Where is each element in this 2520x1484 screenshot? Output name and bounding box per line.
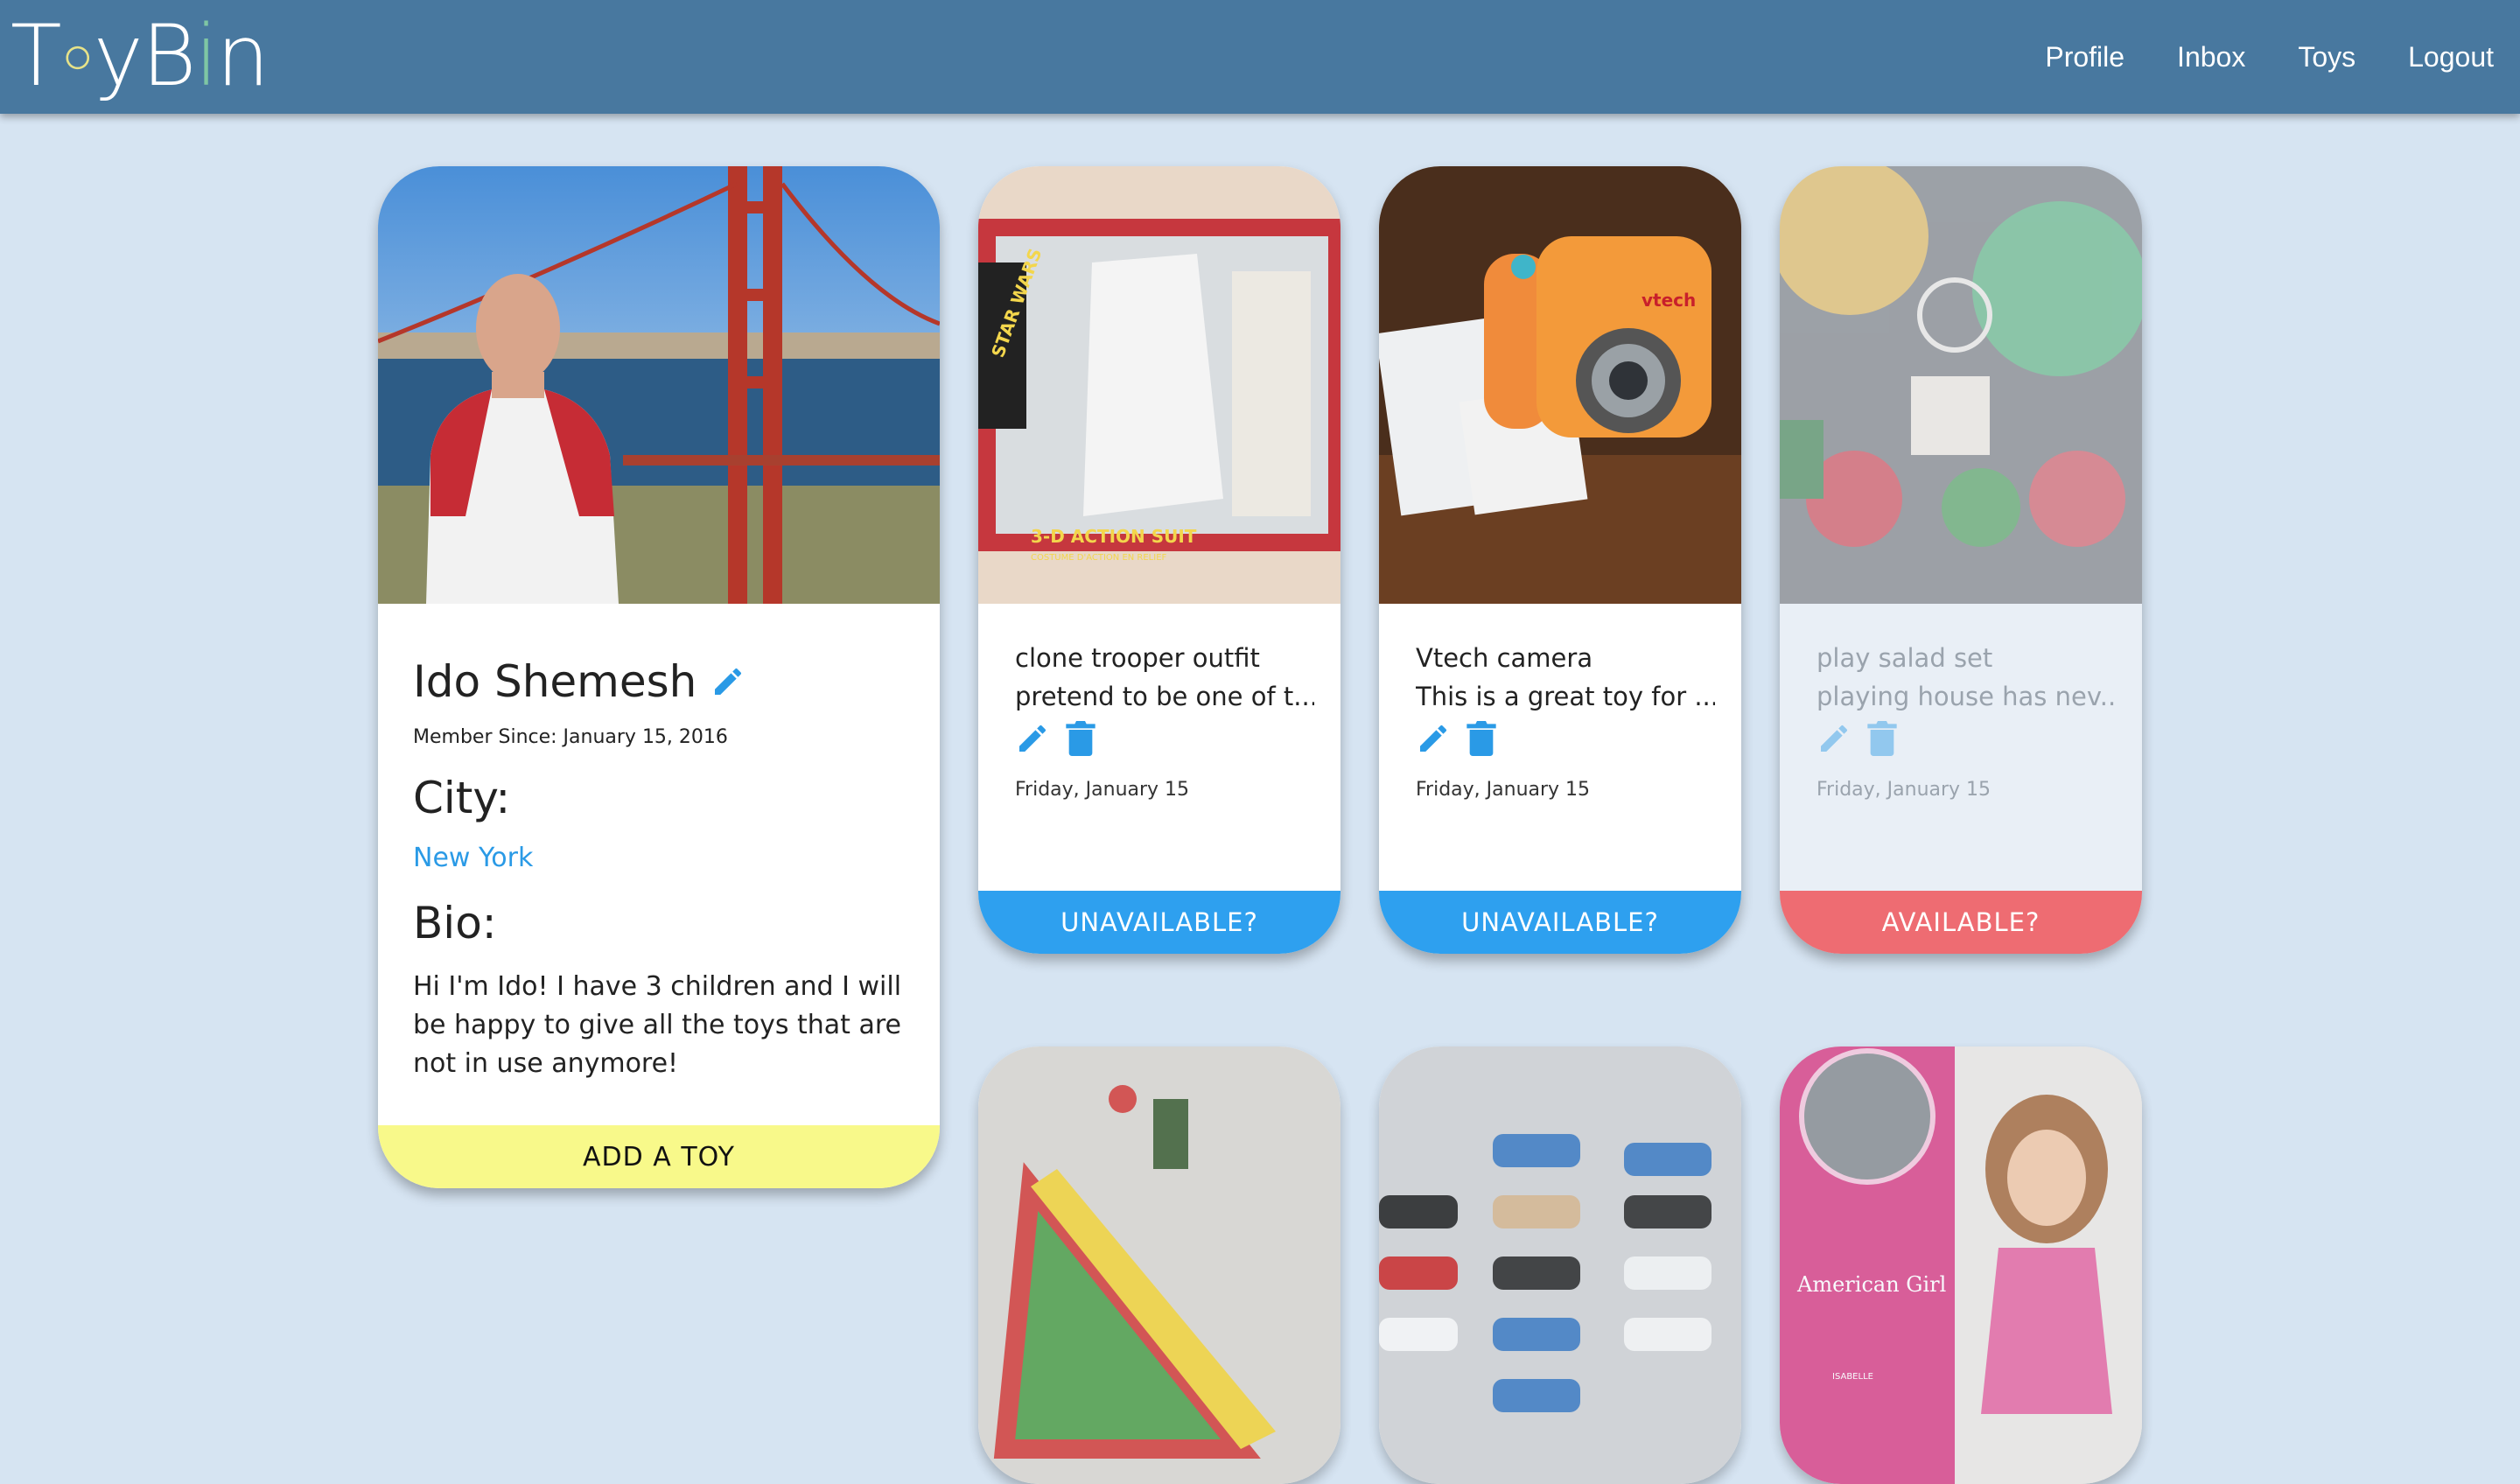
toy-card: [978, 1046, 1340, 1484]
toy-card: American Girl ISABELLE: [1780, 1046, 2142, 1484]
toy-actions: [1416, 721, 1715, 756]
toy-photo: vtech: [1379, 166, 1741, 604]
toy-photo: [1780, 166, 2142, 604]
trash-icon[interactable]: [1867, 721, 1897, 756]
nav-links: Profile Inbox Toys Logout: [1992, 0, 2494, 114]
toy-actions: [1816, 721, 2116, 756]
toy-details: Vtech camera This is a great toy for ...…: [1416, 639, 1715, 801]
photo-box-brand: American Girl: [1796, 1272, 1946, 1297]
toy-description: playing house has nev...: [1816, 682, 2116, 711]
nav-inbox-link[interactable]: Inbox: [2177, 41, 2245, 74]
city-heading: City:: [413, 773, 511, 823]
add-toy-button[interactable]: ADD A TOY: [378, 1125, 940, 1188]
profile-name-row: Ido Shemesh: [413, 656, 905, 707]
navbar: T ○ yB i n Profile Inbox Toys Logout: [0, 0, 2520, 114]
photo-box-subtitle: COSTUME D'ACTION EN RELIEF: [1031, 553, 1167, 563]
edit-profile-icon[interactable]: [710, 664, 746, 699]
toy-photo: American Girl ISABELLE: [1780, 1046, 2142, 1484]
profile-name: Ido Shemesh: [413, 656, 697, 707]
profile-card: Ido Shemesh Member Since: January 15, 20…: [378, 166, 940, 1188]
member-since: Member Since: January 15, 2016: [413, 726, 728, 748]
toy-actions: [1015, 721, 1314, 756]
toggle-availability-button[interactable]: UNAVAILABLE?: [978, 891, 1340, 954]
edit-icon[interactable]: [1015, 721, 1050, 756]
toy-details: clone trooper outfit pretend to be one o…: [1015, 639, 1314, 801]
toy-title: clone trooper outfit: [1015, 643, 1260, 673]
city-value: New York: [413, 843, 534, 873]
toy-photo: STAR WARS 3-D ACTION SUIT COSTUME D'ACTI…: [978, 166, 1340, 604]
bio-text: Hi I'm Ido! I have 3 children and I will…: [413, 971, 902, 1079]
trash-icon[interactable]: [1066, 721, 1096, 756]
toy-card: STAR WARS 3-D ACTION SUIT COSTUME D'ACTI…: [978, 166, 1340, 954]
photo-box-title: 3-D ACTION SUIT: [1031, 526, 1197, 547]
toy-title: play salad set: [1816, 643, 1993, 673]
toy-date: Friday, January 15: [1416, 779, 1591, 801]
photo-box-name: ISABELLE: [1832, 1372, 1873, 1382]
toybin-logo[interactable]: T ○ yB i n: [10, 7, 270, 105]
nav-logout-link[interactable]: Logout: [2408, 41, 2494, 74]
toy-photo: [1379, 1046, 1741, 1484]
trash-icon[interactable]: [1466, 721, 1496, 756]
edit-icon[interactable]: [1816, 721, 1852, 756]
photo-camera-brand: vtech: [1642, 290, 1696, 311]
toy-card: [1379, 1046, 1741, 1484]
toy-details: play salad set playing house has nev... …: [1816, 639, 2116, 801]
toy-card: vtech Vtech camera This is a great toy f…: [1379, 166, 1741, 954]
nav-profile-link[interactable]: Profile: [2045, 41, 2124, 74]
toy-card: play salad set playing house has nev... …: [1780, 166, 2142, 954]
toggle-availability-button[interactable]: UNAVAILABLE?: [1379, 891, 1741, 954]
toy-title: Vtech camera: [1416, 643, 1593, 673]
toy-description: This is a great toy for ...: [1416, 682, 1715, 711]
toy-description: pretend to be one of t...: [1015, 682, 1314, 711]
toy-date: Friday, January 15: [1816, 779, 1992, 801]
toy-photo: [978, 1046, 1340, 1484]
toggle-availability-button[interactable]: AVAILABLE?: [1780, 891, 2142, 954]
profile-details: Ido Shemesh Member Since: January 15, 20…: [413, 656, 905, 1083]
profile-photo: [378, 166, 940, 604]
bio-heading: Bio:: [413, 898, 497, 948]
toy-date: Friday, January 15: [1015, 779, 1190, 801]
edit-icon[interactable]: [1416, 721, 1451, 756]
nav-toys-link[interactable]: Toys: [2298, 41, 2356, 74]
